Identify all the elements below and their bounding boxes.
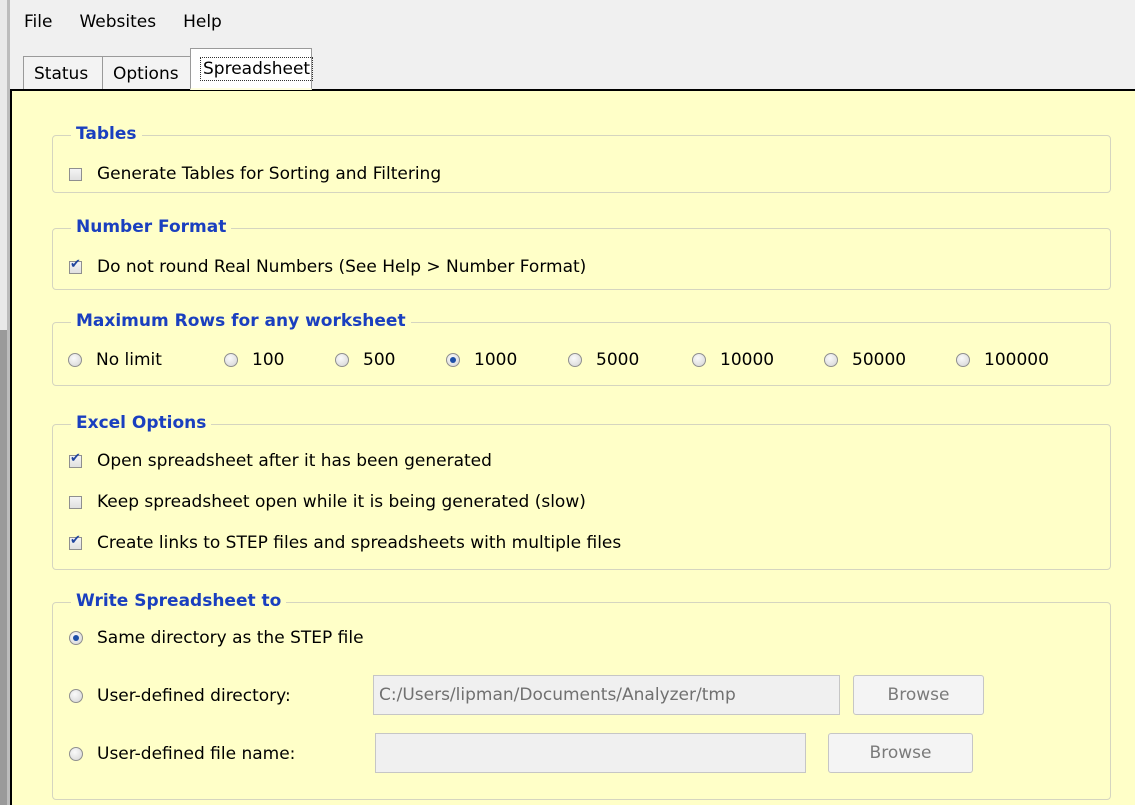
no-round-label: Do not round Real Numbers (See Help > Nu… xyxy=(97,257,587,277)
menu-file[interactable]: File xyxy=(10,0,65,44)
tab-status-label: Status xyxy=(34,64,89,84)
user-file-option[interactable]: User-defined file name: xyxy=(69,740,295,768)
keep-open-checkbox[interactable] xyxy=(69,495,82,509)
max-rows-label-100: 100 xyxy=(252,350,285,370)
max-rows-option-5000[interactable]: 5000 xyxy=(568,350,639,370)
max-rows-radio-50000[interactable] xyxy=(824,353,838,367)
max-rows-radio-10000[interactable] xyxy=(692,353,706,367)
keep-open-label: Keep spreadsheet open while it is being … xyxy=(97,492,586,512)
same-dir-radio[interactable] xyxy=(69,631,83,645)
create-links-option[interactable]: Create links to STEP files and spreadshe… xyxy=(69,529,621,557)
tables-group: Tables Generate Tables for Sorting and F… xyxy=(52,122,1111,193)
user-file-browse-button[interactable]: Browse xyxy=(828,733,973,773)
max-rows-option-10000[interactable]: 10000 xyxy=(692,350,774,370)
max-rows-radio-5000[interactable] xyxy=(568,353,582,367)
user-file-radio[interactable] xyxy=(69,747,83,761)
max-rows-radio-1000[interactable] xyxy=(446,353,460,367)
menu-websites[interactable]: Websites xyxy=(65,0,169,44)
write-to-group-title: Write Spreadsheet to xyxy=(71,589,287,613)
open-after-option[interactable]: Open spreadsheet after it has been gener… xyxy=(69,447,492,475)
window-left-frame xyxy=(0,0,10,805)
tables-group-title: Tables xyxy=(71,122,142,146)
user-file-input[interactable] xyxy=(375,733,806,773)
number-format-group: Number Format Do not round Real Numbers … xyxy=(52,215,1111,290)
max-rows-group: Maximum Rows for any worksheet No limit … xyxy=(52,309,1111,386)
max-rows-option-100[interactable]: 100 xyxy=(224,350,284,370)
tab-bar: Status Options Spreadsheet xyxy=(10,44,1135,90)
max-rows-option-500[interactable]: 500 xyxy=(335,350,395,370)
keep-open-option[interactable]: Keep spreadsheet open while it is being … xyxy=(69,488,586,516)
tab-options-label: Options xyxy=(113,64,179,84)
user-dir-label: User-defined directory: xyxy=(97,686,291,706)
excel-options-group-title: Excel Options xyxy=(71,411,212,435)
tab-status[interactable]: Status xyxy=(23,56,103,90)
max-rows-label-1000: 1000 xyxy=(474,350,518,370)
number-format-group-title: Number Format xyxy=(71,215,232,239)
generate-tables-label: Generate Tables for Sorting and Filterin… xyxy=(97,164,442,184)
generate-tables-checkbox[interactable] xyxy=(69,167,82,181)
user-dir-radio[interactable] xyxy=(69,689,83,703)
max-rows-option-nolimit[interactable]: No limit xyxy=(68,350,162,370)
max-rows-group-title: Maximum Rows for any worksheet xyxy=(71,309,411,333)
max-rows-radio-500[interactable] xyxy=(335,353,349,367)
same-dir-label: Same directory as the STEP file xyxy=(97,628,364,648)
menu-help[interactable]: Help xyxy=(169,0,235,44)
no-round-checkbox[interactable] xyxy=(69,257,82,274)
tab-spreadsheet-label: Spreadsheet xyxy=(199,57,314,81)
no-round-option[interactable]: Do not round Real Numbers (See Help > Nu… xyxy=(69,253,586,281)
max-rows-label-100000: 100000 xyxy=(984,350,1049,370)
max-rows-label-500: 500 xyxy=(363,350,396,370)
max-rows-option-100000[interactable]: 100000 xyxy=(956,350,1049,370)
tab-options[interactable]: Options xyxy=(102,56,192,90)
max-rows-label-10000: 10000 xyxy=(720,350,775,370)
max-rows-option-50000[interactable]: 50000 xyxy=(824,350,906,370)
max-rows-radio-100[interactable] xyxy=(224,353,238,367)
user-dir-option[interactable]: User-defined directory: xyxy=(69,682,291,710)
max-rows-label-50000: 50000 xyxy=(852,350,907,370)
user-dir-browse-button[interactable]: Browse xyxy=(853,675,984,715)
write-to-group: Write Spreadsheet to Same directory as t… xyxy=(52,589,1111,800)
same-dir-option[interactable]: Same directory as the STEP file xyxy=(69,624,364,652)
user-file-label: User-defined file name: xyxy=(97,744,296,764)
open-after-label: Open spreadsheet after it has been gener… xyxy=(97,451,492,471)
excel-options-group: Excel Options Open spreadsheet after it … xyxy=(52,411,1111,570)
menu-bar: File Websites Help xyxy=(10,0,1135,44)
max-rows-option-1000[interactable]: 1000 xyxy=(446,350,517,370)
max-rows-label-5000: 5000 xyxy=(596,350,640,370)
generate-tables-option[interactable]: Generate Tables for Sorting and Filterin… xyxy=(69,160,441,188)
open-after-checkbox[interactable] xyxy=(69,451,82,468)
create-links-checkbox[interactable] xyxy=(69,533,82,550)
max-rows-radio-100000[interactable] xyxy=(956,353,970,367)
max-rows-radio-nolimit[interactable] xyxy=(68,353,82,367)
spreadsheet-panel: Tables Generate Tables for Sorting and F… xyxy=(10,89,1135,805)
max-rows-label-nolimit: No limit xyxy=(96,350,162,370)
create-links-label: Create links to STEP files and spreadshe… xyxy=(97,533,622,553)
tab-spreadsheet[interactable]: Spreadsheet xyxy=(190,48,314,90)
user-dir-input[interactable]: C:/Users/lipman/Documents/Analyzer/tmp xyxy=(373,675,840,715)
